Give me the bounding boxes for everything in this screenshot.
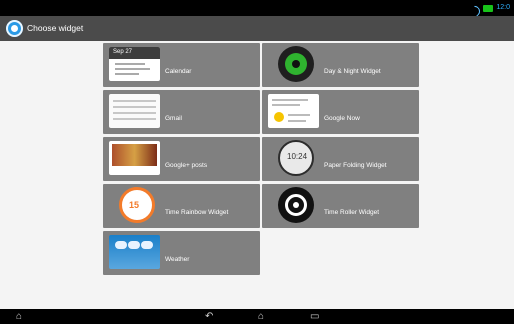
time-roller-preview-icon (278, 187, 314, 223)
home-button-icon[interactable]: ⌂ (258, 309, 264, 324)
widget-tile-paper-folding[interactable]: 10:24 Paper Folding Widget (262, 137, 419, 181)
google-plus-preview-icon (109, 141, 160, 175)
recent-apps-icon[interactable]: ▭ (310, 309, 319, 324)
battery-icon (483, 4, 494, 12)
widget-label: Google Now (324, 115, 360, 122)
google-now-preview-icon (268, 94, 319, 128)
widget-tile-google-plus[interactable]: Google+ posts (103, 137, 260, 181)
day-night-preview-icon (278, 46, 314, 82)
status-bar: 12:0 (0, 0, 514, 19)
widget-label: Weather (165, 256, 190, 263)
widget-label: Time Rainbow Widget (165, 209, 229, 216)
back-icon[interactable]: ↶ (205, 309, 213, 324)
time-rainbow-preview-icon: 15 (119, 187, 155, 223)
widget-label: Time Roller Widget (324, 209, 380, 216)
widget-grid: Calendar Day & Night Widget Gmail Google… (100, 41, 419, 309)
settings-gear-icon[interactable] (6, 20, 23, 37)
widget-tile-day-night[interactable]: Day & Night Widget (262, 43, 419, 87)
widget-tile-time-rainbow[interactable]: 15 Time Rainbow Widget (103, 184, 260, 228)
widget-label: Gmail (165, 115, 182, 122)
navigation-bar: ⌂ ↶ ⌂ ▭ (0, 309, 514, 324)
widget-tile-google-now[interactable]: Google Now (262, 90, 419, 134)
status-time: 12:0 (496, 4, 510, 11)
page-title: Choose widget (27, 23, 84, 33)
widget-tile-time-roller[interactable]: Time Roller Widget (262, 184, 419, 228)
home-icon[interactable]: ⌂ (16, 309, 22, 324)
widget-tile-weather[interactable]: Weather (103, 231, 260, 275)
widget-tile-calendar[interactable]: Calendar (103, 43, 260, 87)
paper-folding-preview-icon: 10:24 (278, 140, 314, 176)
widget-label: Paper Folding Widget (324, 162, 387, 169)
status-icons: 12:0 (467, 2, 510, 19)
action-bar: Choose widget (0, 16, 514, 41)
calendar-preview-icon (109, 47, 160, 81)
widget-tile-gmail[interactable]: Gmail (103, 90, 260, 134)
weather-preview-icon (109, 235, 160, 269)
widget-label: Google+ posts (165, 162, 208, 169)
widget-label: Calendar (165, 68, 192, 75)
widget-label: Day & Night Widget (324, 68, 381, 75)
gmail-preview-icon (109, 94, 160, 128)
